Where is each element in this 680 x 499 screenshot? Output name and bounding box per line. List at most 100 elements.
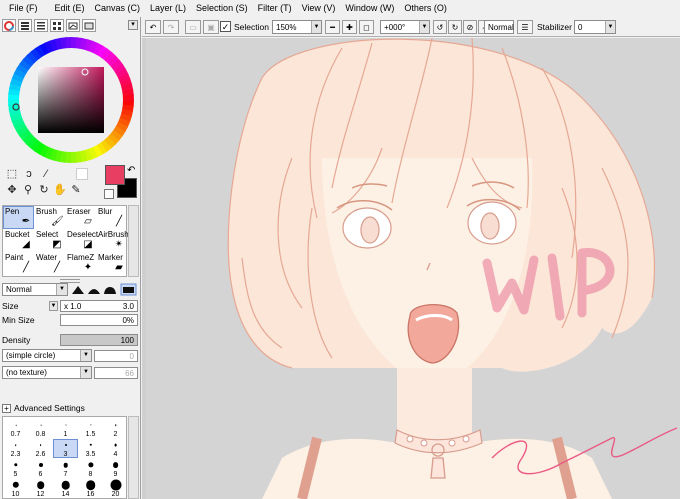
zoom-out-button[interactable]: ━ — [325, 20, 340, 34]
brush-blend-select[interactable]: Normal ▼ — [2, 283, 68, 296]
blend-mode-select[interactable]: Normal — [484, 20, 514, 34]
size-preset[interactable]: 6 — [28, 459, 53, 478]
brush-tool-select[interactable]: Select ◩ — [34, 229, 65, 252]
size-preset[interactable]: 14 — [53, 479, 78, 498]
rgb-sliders-tab[interactable] — [18, 19, 32, 32]
brush-tool-marker[interactable]: Marker ▰ — [96, 252, 127, 275]
redo-button[interactable]: ↷ — [163, 20, 179, 34]
selection-checkbox[interactable]: ✓ — [220, 21, 231, 32]
plus-icon: ✚ — [346, 22, 353, 32]
color-wheel[interactable] — [8, 37, 134, 163]
size-multiplier-dropdown[interactable]: ▼ — [49, 301, 58, 311]
brush-tool-airbrush[interactable]: AirBrush ✴ — [96, 229, 129, 252]
hand-icon[interactable]: ✋ — [53, 183, 67, 197]
size-preset[interactable]: 3.5 — [78, 439, 103, 458]
rect-select-icon[interactable]: ⬚ — [5, 167, 19, 181]
size-preset[interactable]: 12 — [28, 479, 53, 498]
selection-view-tools: ⬚ ↄ ⁄ ✥ ⚲ ↻ ✋ ✎ — [5, 167, 87, 201]
size-preset[interactable]: 0.8 — [28, 419, 53, 438]
zoom-select[interactable]: 150% ▼ — [272, 20, 322, 34]
deselect-button[interactable]: ▭ — [185, 20, 201, 34]
stabilizer-select[interactable]: 0 ▼ — [574, 20, 616, 34]
brush-tool-flamez[interactable]: FlameZ ✦ — [65, 252, 96, 275]
size-slider[interactable]: x 1.0 3.0 — [60, 300, 138, 312]
left-tool-panel: ▾ ⬚ ↄ ⁄ ✥ ⚲ ↻ ✋ ✎ ↶ Pen ✒ Brush 🖌 Eraser… — [0, 17, 141, 499]
minus-icon: ━ — [330, 22, 335, 32]
brush-tool-blur[interactable]: Blur ╱ — [96, 206, 127, 229]
rotate-left-button[interactable]: ↺ — [433, 20, 447, 34]
layer-settings-button[interactable]: ☰ — [517, 20, 533, 34]
zoom-reset-button[interactable]: ◻ — [359, 20, 374, 34]
size-preset[interactable]: 1 — [53, 419, 78, 438]
undo-button[interactable]: ↶ — [145, 20, 161, 34]
size-preset[interactable]: 3 — [53, 439, 78, 458]
zoom-icon[interactable]: ⚲ — [21, 183, 35, 197]
size-preset[interactable]: 2.6 — [28, 439, 53, 458]
zoom-in-button[interactable]: ✚ — [342, 20, 357, 34]
rotate-icon[interactable]: ↻ — [37, 183, 51, 197]
transparent-color-swatch[interactable] — [104, 189, 114, 199]
brush-tool-bucket[interactable]: Bucket ◢ — [3, 229, 34, 252]
brush-shape-select[interactable]: (simple circle) ▼ — [2, 349, 92, 362]
water-icon: ╱ — [53, 262, 61, 273]
size-preset[interactable]: 1.5 — [78, 419, 103, 438]
rotate-reset-button[interactable]: ⊘ — [463, 20, 477, 34]
magic-wand-icon[interactable]: ⁄ — [39, 167, 53, 181]
density-slider[interactable]: 100 — [60, 334, 138, 346]
menu-file[interactable]: File (F) — [0, 0, 50, 17]
panel-menu-button[interactable]: ▾ — [128, 20, 138, 30]
rotate-right-button[interactable]: ↻ — [448, 20, 462, 34]
brush-tool-paint[interactable]: Paint ╱ — [3, 252, 34, 275]
menu-window[interactable]: Window (W) — [340, 0, 399, 17]
brush-tool-eraser[interactable]: Eraser ▱ — [65, 206, 96, 229]
min-size-slider[interactable]: 0% — [60, 314, 138, 326]
move-icon[interactable]: ✥ — [5, 183, 19, 197]
size-preset[interactable]: 10 — [3, 479, 28, 498]
size-preset[interactable]: 7 — [53, 459, 78, 478]
rotation-value: +000° — [384, 22, 406, 32]
brush-tool-brush[interactable]: Brush 🖌 — [34, 206, 65, 229]
rotate-reset-icon: ⊘ — [466, 22, 474, 32]
size-preset[interactable]: 5 — [3, 459, 28, 478]
size-preset[interactable]: 8 — [78, 459, 103, 478]
brush-dot-icon — [89, 424, 92, 426]
brush-grid-scrollbar[interactable] — [128, 205, 139, 277]
brush-tool-water[interactable]: Water ╱ — [34, 252, 65, 275]
advanced-settings-toggle[interactable]: + Advanced Settings — [2, 402, 85, 414]
hsv-sliders-tab[interactable] — [34, 19, 48, 32]
lasso-icon[interactable]: ↄ — [22, 167, 36, 181]
brush-shape-strength[interactable]: 0 — [94, 349, 138, 362]
invert-selection-button[interactable]: ▣ — [203, 20, 219, 34]
brush-texture-strength[interactable]: 66 — [94, 366, 138, 379]
brush-dot-icon — [14, 444, 17, 446]
brush-tool-deselect[interactable]: Deselect ◪ — [65, 229, 98, 252]
primary-color-swatch[interactable] — [105, 165, 125, 185]
size-presets-scrollbar[interactable] — [128, 416, 139, 499]
brush-texture-select[interactable]: (no texture) ▼ — [2, 366, 92, 379]
menu-view[interactable]: View (V) — [297, 0, 341, 17]
size-preset[interactable]: 9 — [103, 459, 128, 478]
menu-selection[interactable]: Selection (S) — [191, 0, 253, 17]
brush-tool-pen[interactable]: Pen ✒ — [3, 206, 34, 229]
swatches-tab[interactable] — [50, 19, 64, 32]
menu-layer[interactable]: Layer (L) — [145, 0, 191, 17]
size-preset[interactable]: 2 — [103, 419, 128, 438]
eyedropper-icon[interactable]: ✎ — [69, 183, 83, 197]
size-preset[interactable]: 4 — [103, 439, 128, 458]
drawing-canvas[interactable] — [142, 38, 680, 499]
menu-filter[interactable]: Filter (T) — [253, 0, 297, 17]
size-preset-label: 10 — [11, 491, 20, 498]
size-preset[interactable]: 20 — [103, 479, 128, 498]
size-preset[interactable]: 16 — [78, 479, 103, 498]
color-wheel-tab[interactable] — [2, 19, 16, 32]
navigator-tab[interactable] — [82, 19, 96, 32]
brush-edge-shapes[interactable] — [70, 283, 138, 296]
swap-colors-icon[interactable]: ↶ — [127, 166, 135, 176]
size-preset[interactable]: 2.3 — [3, 439, 28, 458]
menu-others[interactable]: Others (O) — [399, 0, 452, 17]
size-preset[interactable]: 0.7 — [3, 419, 28, 438]
menu-canvas[interactable]: Canvas (C) — [90, 0, 146, 17]
rotation-select[interactable]: +000° ▼ — [380, 20, 430, 34]
scratchpad-tab[interactable] — [66, 19, 80, 32]
menu-edit[interactable]: Edit (E) — [50, 0, 90, 17]
